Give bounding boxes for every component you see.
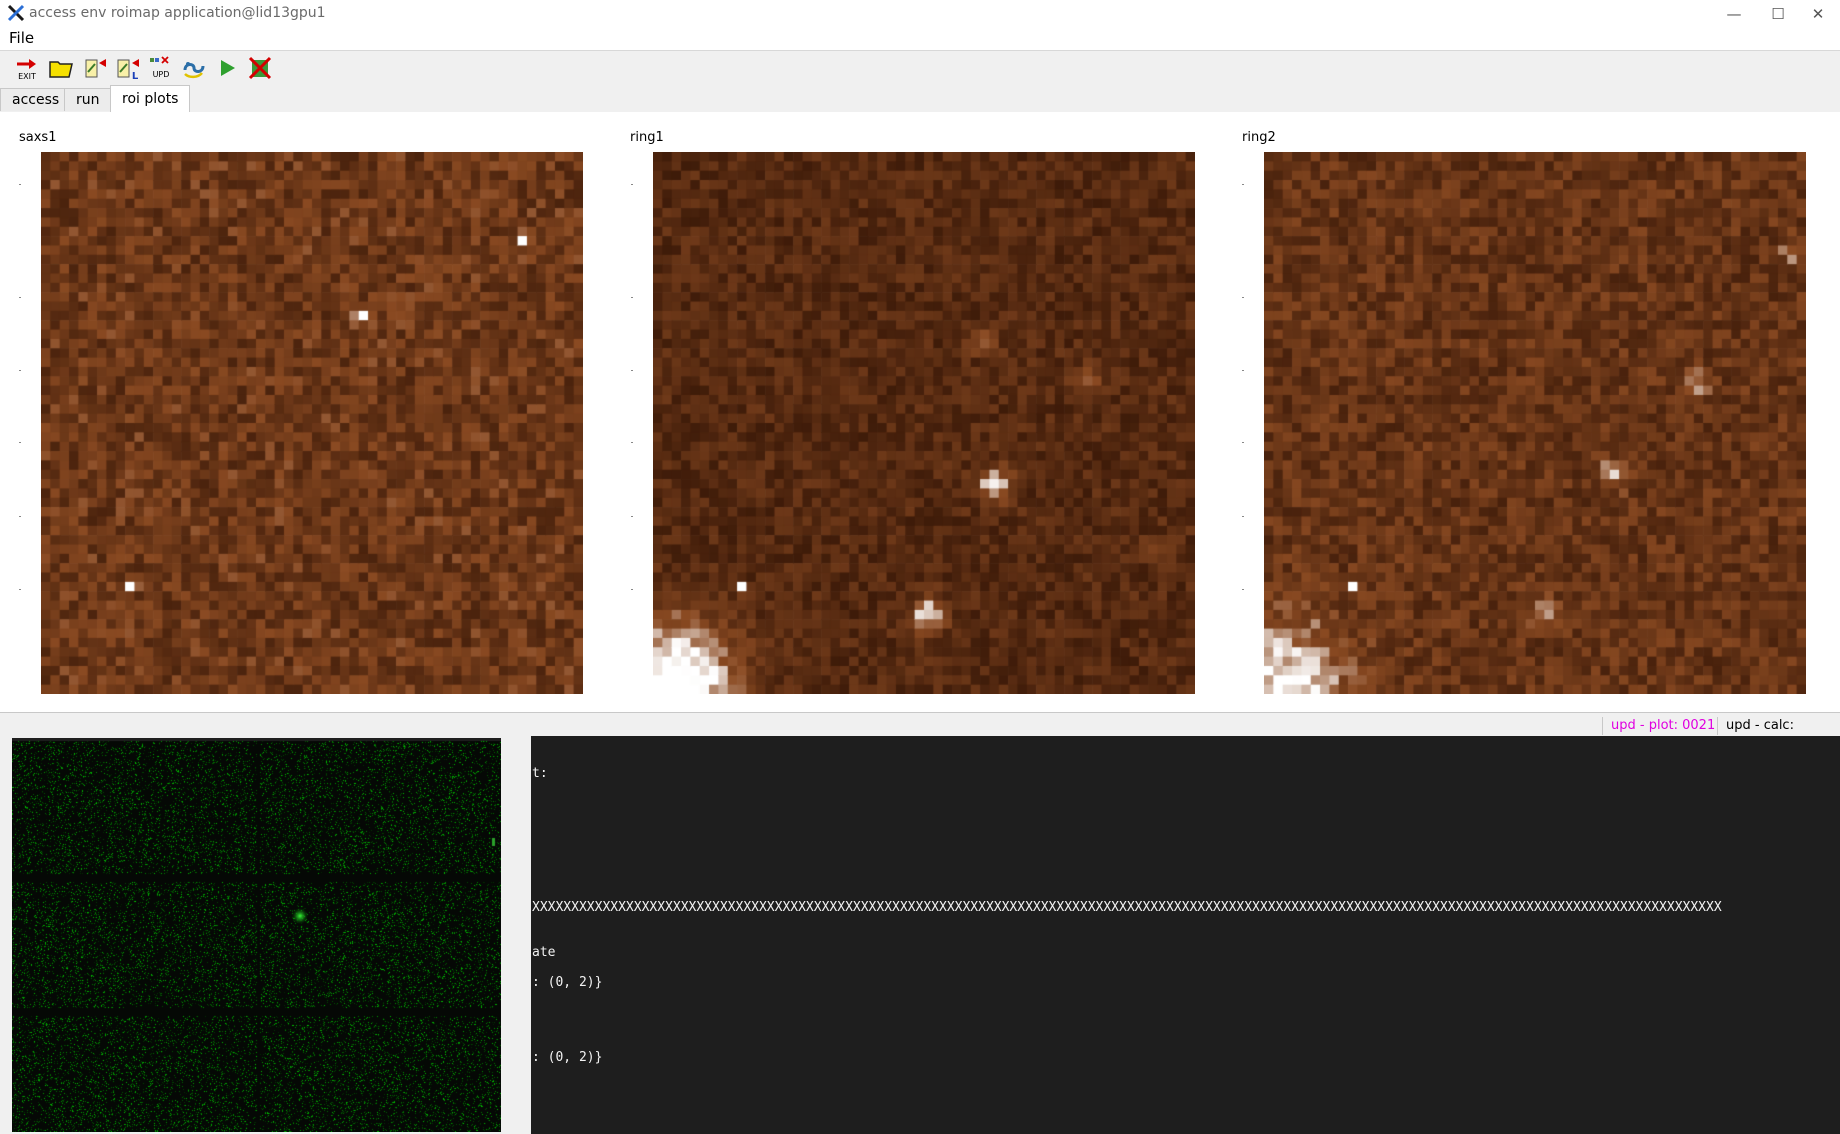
detector-image[interactable] [12, 738, 501, 1132]
menu-bar: File [0, 28, 1840, 50]
update-button[interactable]: UPD [147, 54, 175, 82]
axis-tick [19, 516, 21, 517]
upd-label: UPD [153, 70, 170, 79]
window-title: access env roimap application@lid13gpu1 [29, 5, 326, 21]
axis-tick [631, 516, 633, 517]
plot-title-ring2: ring2 [1242, 130, 1276, 145]
load-label: L [132, 71, 139, 82]
console-line: XXXXXXXXXXXXXXXXXXXXXXXXXXXXXXXXXXXXXXXX… [532, 900, 1722, 915]
roi-plots-panel: saxs1 ring1 ring2 [0, 112, 1840, 712]
exit-button[interactable]: EXIT [13, 54, 41, 82]
title-bar: access env roimap application@lid13gpu1 … [0, 0, 1840, 28]
open-folder-icon [49, 61, 73, 78]
exit-label: EXIT [18, 72, 36, 81]
menu-file[interactable]: File [9, 29, 34, 47]
python-button[interactable] [180, 54, 208, 82]
page-load-icon: L [117, 59, 139, 82]
axis-tick [631, 370, 633, 371]
run-button[interactable] [213, 54, 241, 82]
console-output[interactable]: t: XXXXXXXXXXXXXXXXXXXXXXXXXXXXXXXXXXXXX… [531, 736, 1840, 1134]
axis-tick [19, 589, 21, 590]
roi-heatmap-saxs1[interactable] [41, 152, 583, 694]
axis-tick [631, 297, 633, 298]
console-line: : (0, 2)} [532, 975, 603, 990]
close-button[interactable]: ✕ [1796, 2, 1840, 26]
axis-tick [1242, 442, 1244, 443]
maximize-button[interactable]: ☐ [1756, 2, 1800, 26]
axis-tick [631, 589, 633, 590]
python-icon [183, 62, 205, 79]
axis-tick [1242, 297, 1244, 298]
roi-heatmap-ring2[interactable] [1264, 152, 1806, 694]
stop-icon [248, 56, 272, 80]
tab-run[interactable]: run [64, 88, 112, 111]
status-plot-update: upd - plot: 0021 [1602, 717, 1723, 735]
console-line: t: [532, 766, 548, 781]
page-arrow-icon [85, 59, 106, 78]
axis-tick [19, 370, 21, 371]
console-line: : (0, 2)} [532, 1050, 603, 1065]
open-button[interactable] [47, 54, 75, 82]
plot-title-ring1: ring1 [630, 130, 664, 145]
roi-heatmap-ring1[interactable] [653, 152, 1195, 694]
toolbar: EXIT L UPD [0, 50, 1840, 86]
update-icon: UPD [150, 56, 170, 79]
status-calc-update: upd - calc: [1717, 717, 1802, 735]
axis-tick [19, 184, 21, 185]
axis-tick [631, 184, 633, 185]
tab-roi-plots[interactable]: roi plots [110, 85, 191, 113]
axis-tick [19, 442, 21, 443]
axis-tick [1242, 370, 1244, 371]
axis-tick [1242, 516, 1244, 517]
play-icon [221, 60, 235, 76]
x-app-icon [7, 4, 25, 22]
exit-icon: EXIT [17, 59, 36, 81]
page-arrow-button[interactable] [81, 54, 109, 82]
tab-access[interactable]: access [0, 88, 72, 111]
bottom-panel: t: XXXXXXXXXXXXXXXXXXXXXXXXXXXXXXXXXXXXX… [0, 736, 1840, 1134]
axis-tick [1242, 184, 1244, 185]
axis-tick [631, 442, 633, 443]
axis-tick [19, 297, 21, 298]
axis-tick [1242, 589, 1244, 590]
tab-bar: access run roi plots [0, 85, 1840, 113]
status-bar: upd - plot: 0021 upd - calc: [0, 712, 1840, 737]
stop-button[interactable] [246, 54, 274, 82]
page-load-button[interactable]: L [114, 54, 142, 82]
plot-title-saxs1: saxs1 [19, 130, 57, 145]
minimize-button[interactable]: — [1712, 2, 1756, 26]
console-line: ate [532, 945, 556, 960]
